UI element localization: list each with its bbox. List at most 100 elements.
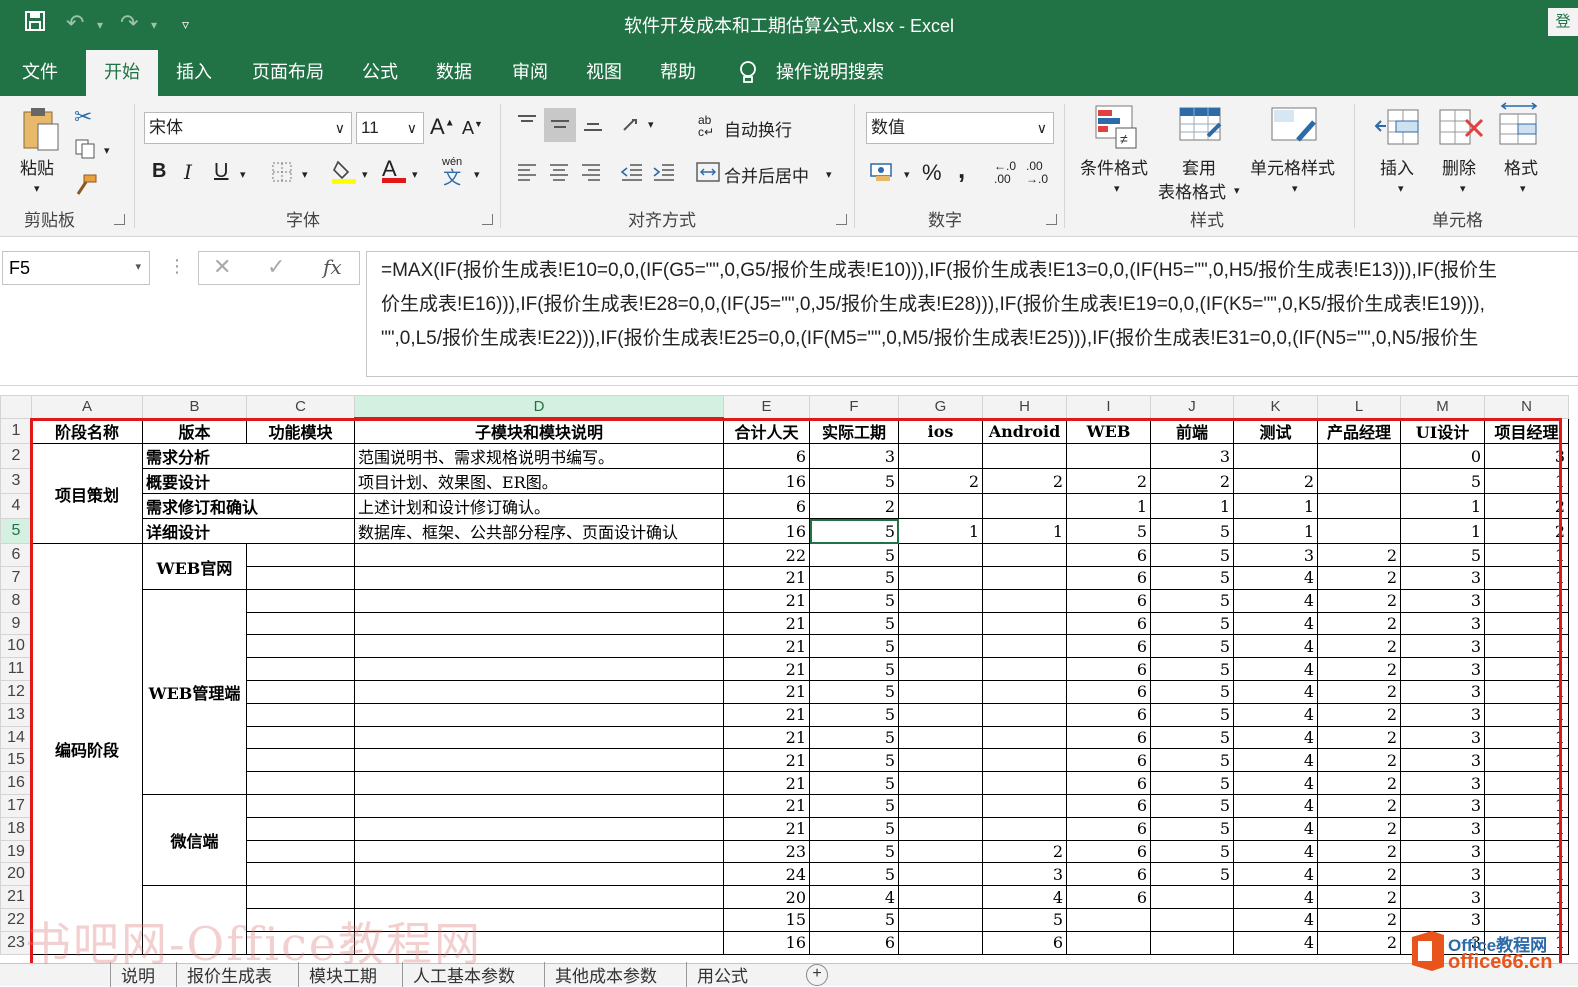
value-cell[interactable] <box>982 657 1067 682</box>
module-cell[interactable] <box>246 885 355 910</box>
value-cell[interactable]: 1 <box>1484 862 1569 887</box>
value-cell[interactable]: 6 <box>1066 816 1151 841</box>
font-color-dropdown-icon[interactable]: ▾ <box>412 168 418 181</box>
value-cell[interactable]: 1 <box>1066 493 1151 520</box>
column-header-A[interactable]: A <box>31 395 143 419</box>
value-cell[interactable]: 2 <box>1317 657 1401 682</box>
value-cell[interactable]: 0 <box>1400 443 1485 470</box>
fill-color-icon[interactable] <box>332 158 356 189</box>
value-cell[interactable]: 5 <box>809 725 899 750</box>
row-header[interactable]: 6 <box>0 543 32 568</box>
value-cell[interactable]: 2 <box>809 493 899 520</box>
value-cell[interactable] <box>1317 443 1401 470</box>
phonetic-dropdown-icon[interactable]: ▾ <box>474 168 480 181</box>
value-cell[interactable] <box>898 771 983 796</box>
table-header-cell[interactable]: 前端 <box>1150 417 1234 445</box>
value-cell[interactable]: 15 <box>723 908 810 932</box>
description-cell[interactable] <box>354 566 724 590</box>
value-cell[interactable]: 5 <box>809 748 899 773</box>
module-cell[interactable] <box>246 794 355 818</box>
value-cell[interactable] <box>1150 930 1234 955</box>
version-cell[interactable]: 详细设计 <box>142 518 355 545</box>
value-cell[interactable]: 3 <box>1400 680 1485 704</box>
module-cell[interactable] <box>246 566 355 590</box>
column-header-F[interactable]: F <box>809 395 899 419</box>
value-cell[interactable]: 2 <box>982 468 1067 495</box>
value-cell[interactable]: 5 <box>809 771 899 796</box>
value-cell[interactable]: 5 <box>809 702 899 727</box>
column-header-K[interactable]: K <box>1233 395 1318 419</box>
module-cell[interactable] <box>246 634 355 659</box>
delete-cells-dropdown-icon[interactable]: ▾ <box>1460 182 1466 195</box>
add-sheet-icon[interactable]: + <box>806 964 828 986</box>
insert-function-icon[interactable]: fx <box>323 255 342 279</box>
increase-indent-icon[interactable] <box>652 162 676 187</box>
value-cell[interactable]: 1 <box>1484 816 1569 841</box>
column-header-J[interactable]: J <box>1150 395 1234 419</box>
value-cell[interactable] <box>898 634 983 659</box>
description-cell[interactable] <box>354 725 724 750</box>
value-cell[interactable]: 6 <box>1066 885 1151 910</box>
cell-styles-button[interactable]: 单元格样式 <box>1250 154 1335 179</box>
value-cell[interactable]: 3 <box>1400 702 1485 727</box>
value-cell[interactable]: 1 <box>982 518 1067 545</box>
font-launcher-icon[interactable] <box>482 214 493 225</box>
decrease-decimal-button[interactable]: .00 →.0 <box>1026 160 1048 186</box>
row-header[interactable]: 1 <box>0 417 32 445</box>
version-cell[interactable]: 需求修订和确认 <box>142 493 355 520</box>
select-all-corner[interactable] <box>0 395 32 419</box>
value-cell[interactable]: 21 <box>723 771 810 796</box>
value-cell[interactable]: 4 <box>1233 908 1318 932</box>
value-cell[interactable] <box>898 725 983 750</box>
value-cell[interactable] <box>982 588 1067 613</box>
value-cell[interactable]: 1 <box>1400 493 1485 520</box>
value-cell[interactable] <box>1317 493 1401 520</box>
value-cell[interactable] <box>898 566 983 590</box>
value-cell[interactable]: 2 <box>1317 862 1401 887</box>
merge-center-button[interactable]: 合并后居中 <box>724 162 809 187</box>
row-header[interactable]: 9 <box>0 611 32 636</box>
value-cell[interactable]: 5 <box>1400 468 1485 495</box>
align-right-icon[interactable] <box>580 162 602 187</box>
bold-button[interactable]: B <box>152 160 166 183</box>
description-cell[interactable]: 范围说明书、需求规格说明书编写。 <box>354 443 724 470</box>
value-cell[interactable]: 2 <box>1317 908 1401 932</box>
value-cell[interactable]: 1 <box>1484 794 1569 818</box>
value-cell[interactable]: 5 <box>1150 794 1234 818</box>
value-cell[interactable]: 2 <box>1317 930 1401 955</box>
sheet-tab-formulas[interactable]: 用公式 <box>686 962 758 987</box>
row-header[interactable]: 16 <box>0 771 32 796</box>
value-cell[interactable]: 1 <box>1484 771 1569 796</box>
worksheet-grid[interactable]: A B C D E F G H I J K L M N 1 阶段名称 版本 功能模块 子模块和模块说明 合计人天 实际工… <box>0 395 1578 963</box>
value-cell[interactable] <box>1317 468 1401 495</box>
grow-font-button[interactable]: A▲ <box>430 114 455 140</box>
value-cell[interactable]: 3 <box>1233 543 1318 568</box>
description-cell[interactable] <box>354 816 724 841</box>
value-cell[interactable]: 5 <box>809 468 899 495</box>
align-top-icon[interactable] <box>516 114 538 137</box>
value-cell[interactable]: 5 <box>809 839 899 864</box>
value-cell[interactable]: 1 <box>1484 885 1569 910</box>
value-cell[interactable]: 22 <box>723 543 810 568</box>
tab-insert[interactable]: 插入 <box>158 48 230 96</box>
conditional-format-dropdown-icon[interactable]: ▾ <box>1114 182 1120 195</box>
version-cell[interactable]: 概要设计 <box>142 468 355 495</box>
name-box-dropdown-icon[interactable]: ▾ <box>135 260 141 273</box>
value-cell[interactable]: 4 <box>1233 634 1318 659</box>
value-cell[interactable]: 6 <box>1066 611 1151 636</box>
value-cell[interactable]: 2 <box>1317 611 1401 636</box>
value-cell[interactable]: 5 <box>809 908 899 932</box>
value-cell[interactable]: 2 <box>1317 725 1401 750</box>
module-cell[interactable] <box>246 862 355 887</box>
value-cell[interactable]: 1 <box>1484 657 1569 682</box>
value-cell[interactable]: 4 <box>1233 771 1318 796</box>
value-cell[interactable]: 5 <box>1150 771 1234 796</box>
value-cell[interactable]: 5 <box>1150 816 1234 841</box>
value-cell[interactable]: 4 <box>1233 885 1318 910</box>
value-cell[interactable] <box>1150 885 1234 910</box>
value-cell[interactable]: 21 <box>723 725 810 750</box>
table-header-cell[interactable]: 功能模块 <box>246 417 355 445</box>
format-as-table-dropdown-icon[interactable]: ▾ <box>1234 184 1240 197</box>
value-cell[interactable]: 6 <box>723 493 810 520</box>
value-cell[interactable]: 21 <box>723 748 810 773</box>
